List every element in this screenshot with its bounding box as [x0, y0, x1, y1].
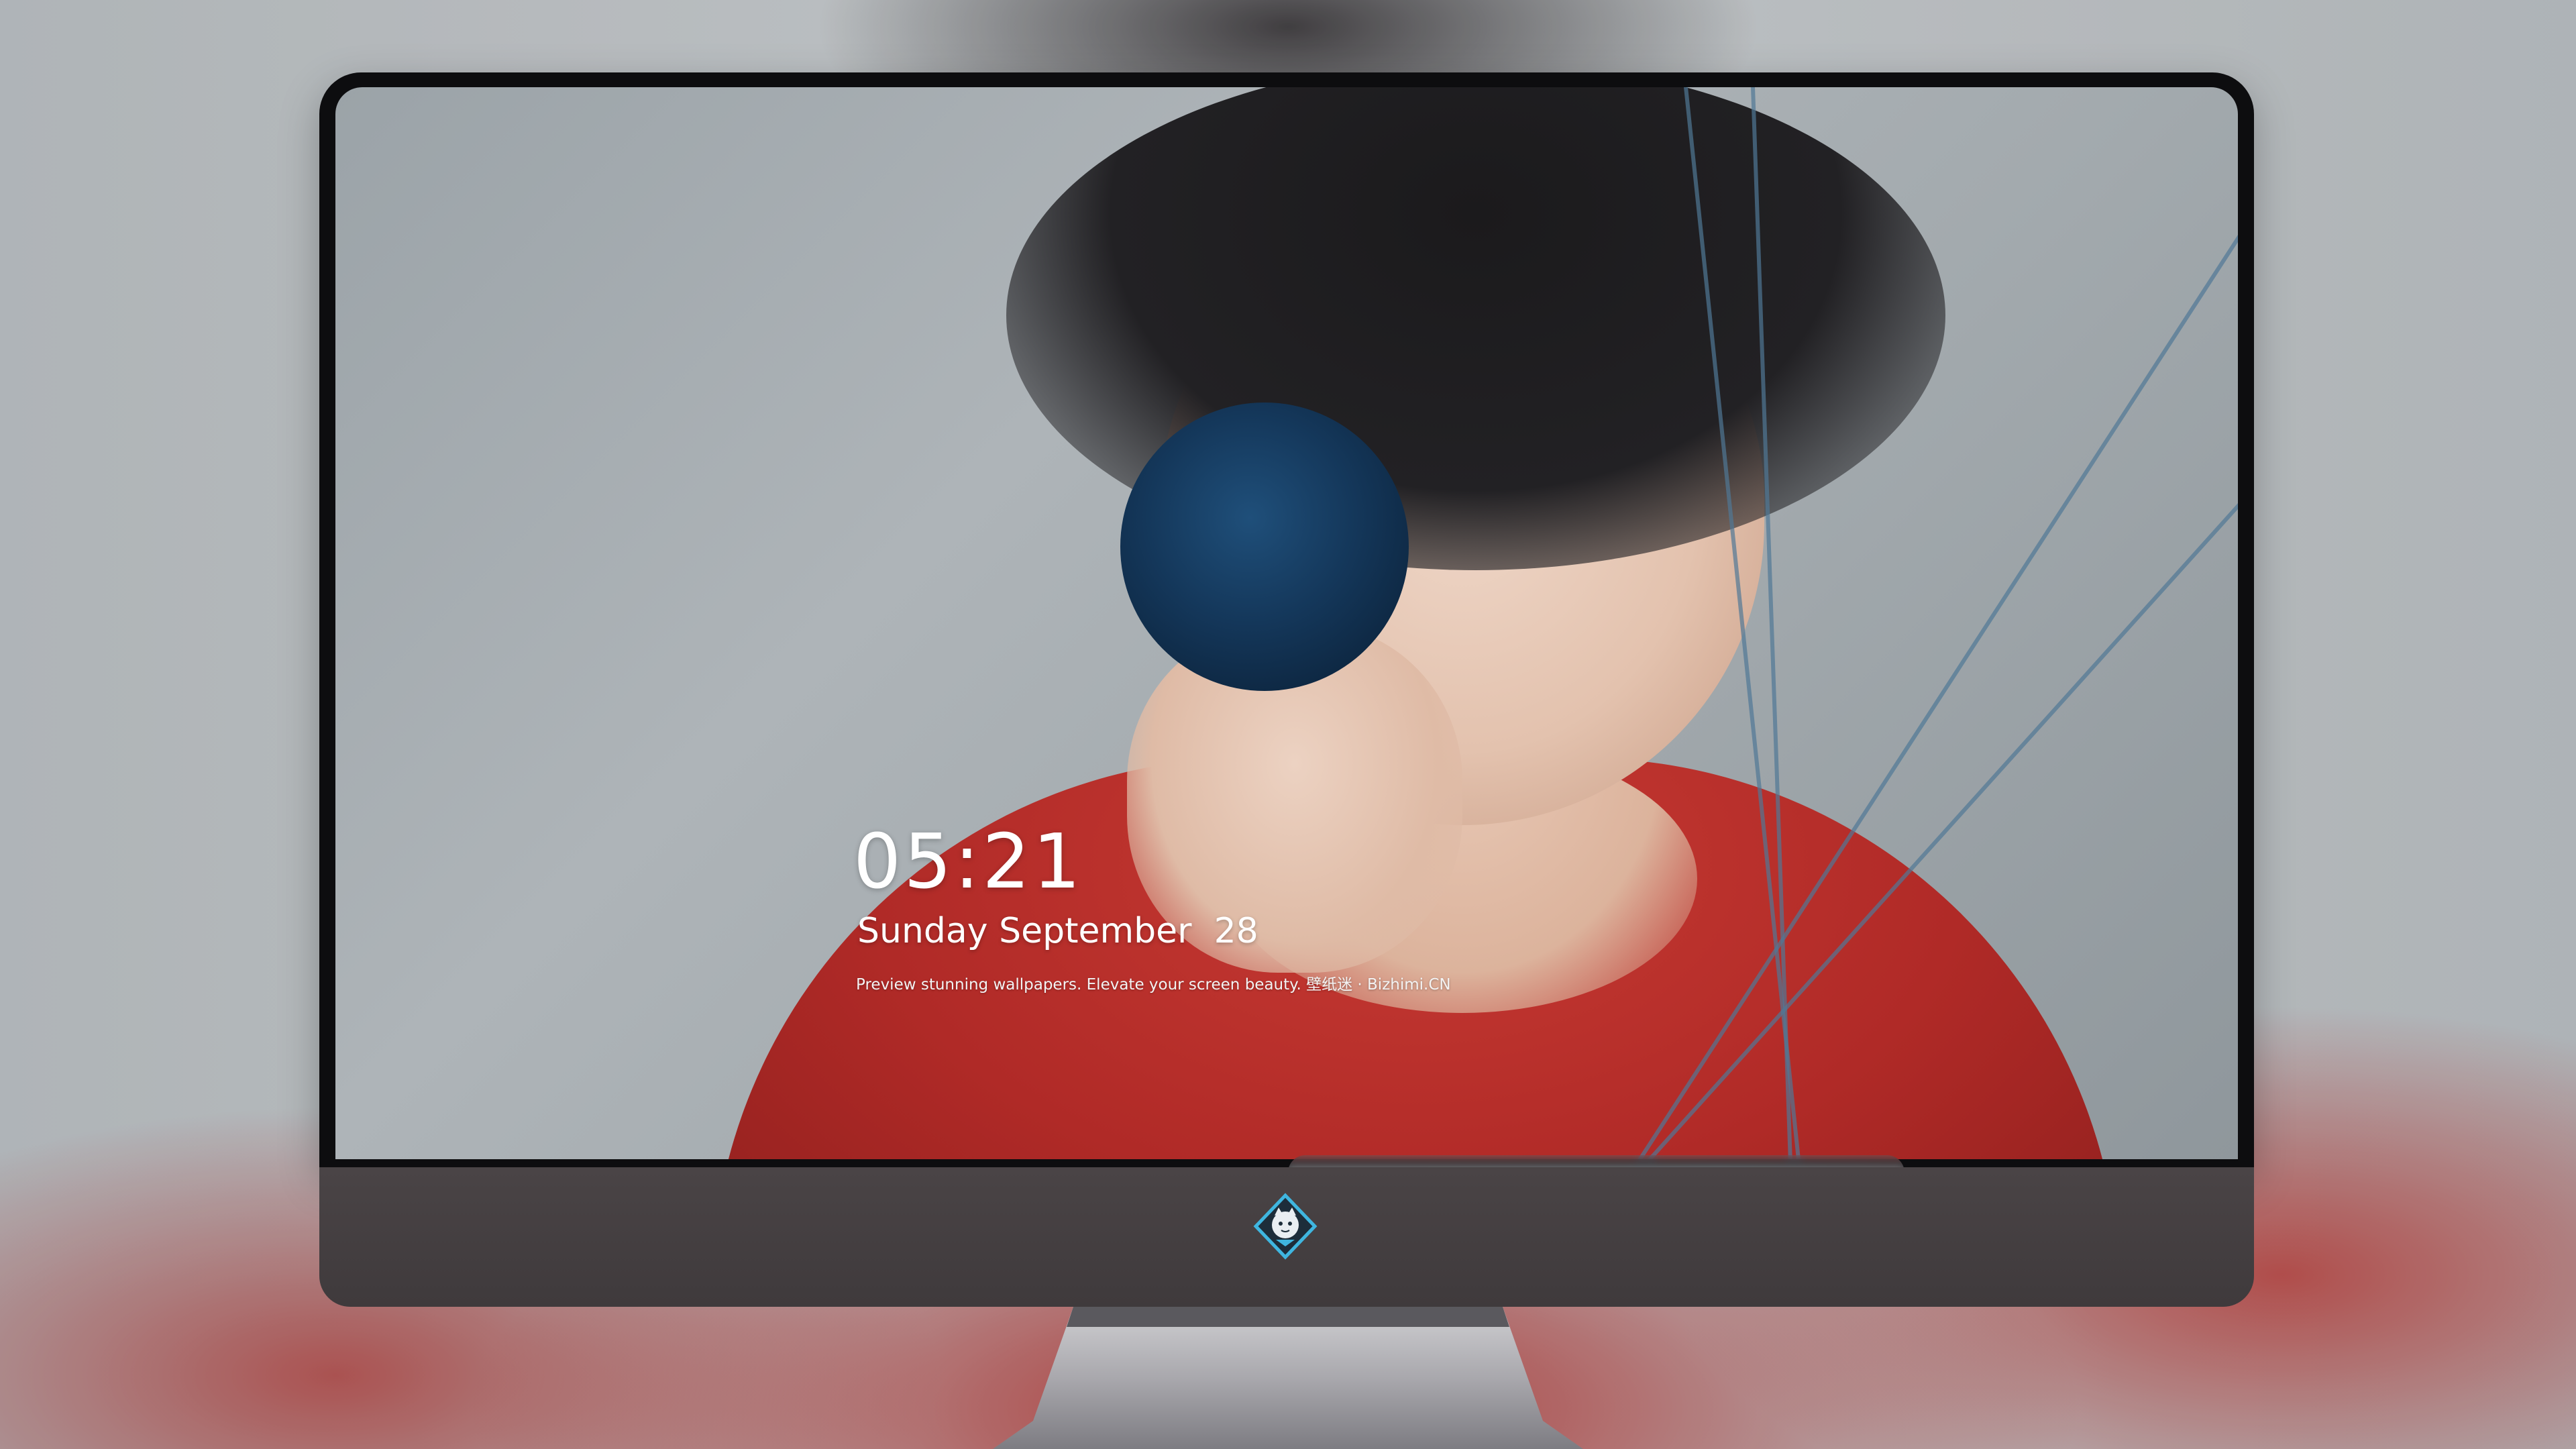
- monitor-screen: 05:21 Sunday September 28 Preview stunni…: [335, 87, 2238, 1159]
- monitor-chin: [319, 1167, 2254, 1307]
- lockscreen-time: 05:21: [853, 818, 1083, 906]
- wallpaper-rose: [1120, 402, 1409, 691]
- brand-logo-icon: [1252, 1193, 1319, 1260]
- monitor-bezel: 05:21 Sunday September 28 Preview stunni…: [319, 72, 2254, 1167]
- monitor-mockup: 05:21 Sunday September 28 Preview stunni…: [319, 72, 2254, 1307]
- monitor-stand: [993, 1307, 1583, 1449]
- desktop-preview: 05:21 Sunday September 28 Preview stunni…: [0, 0, 2576, 1449]
- lockscreen-date: Sunday September 28: [857, 911, 1258, 951]
- wallpaper-tagline: Preview stunning wallpapers. Elevate you…: [856, 976, 1451, 994]
